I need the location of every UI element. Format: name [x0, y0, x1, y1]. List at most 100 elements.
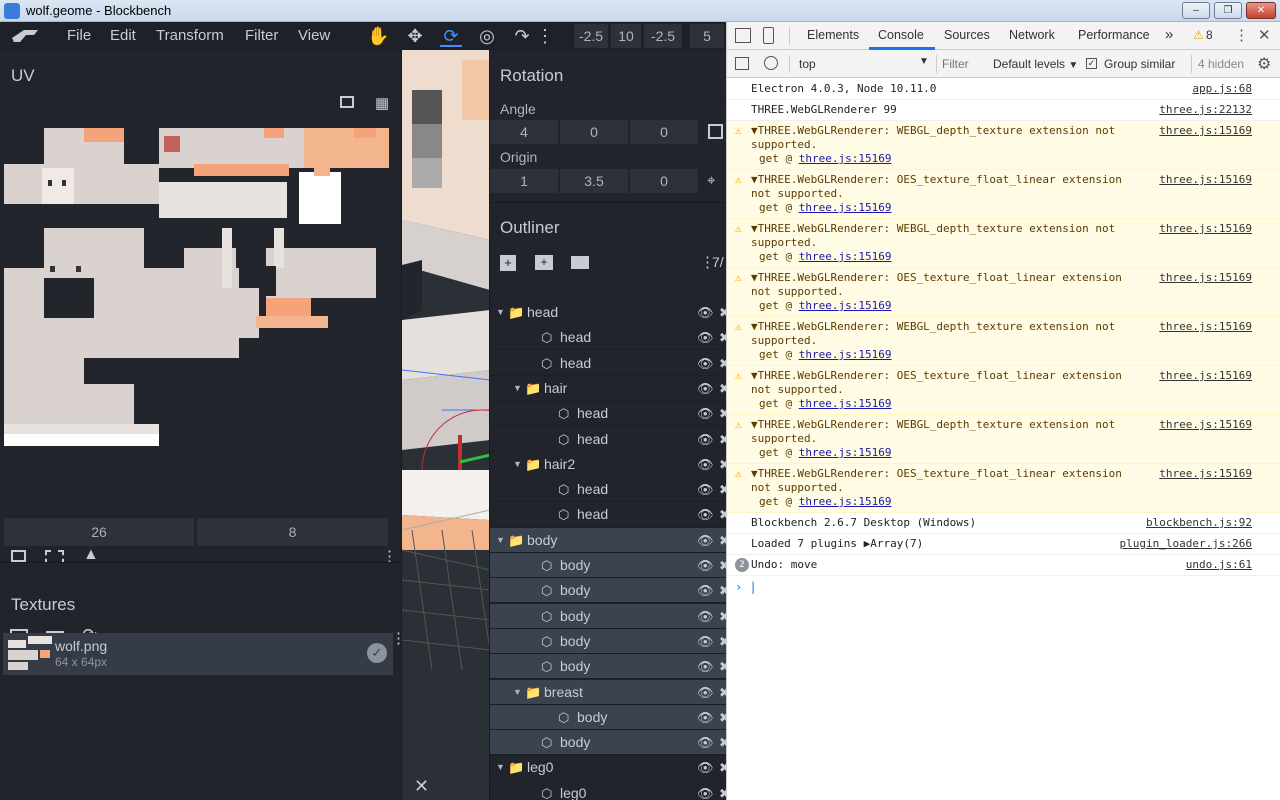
- export-toggle-icon[interactable]: ✖: [719, 730, 726, 755]
- log-source-link[interactable]: blockbench.js:92: [1146, 516, 1252, 530]
- expand-arrow-icon[interactable]: ▼: [513, 376, 522, 401]
- menu-transform[interactable]: Transform: [156, 27, 224, 44]
- outliner-group-row[interactable]: ▼📁head 👁✖: [490, 300, 726, 325]
- export-toggle-icon[interactable]: ✖: [719, 553, 726, 578]
- vertex-snap-icon[interactable]: ↷: [511, 25, 533, 47]
- export-toggle-icon[interactable]: ✖: [719, 604, 726, 629]
- uv-select-icon[interactable]: [11, 550, 26, 562]
- log-source-link[interactable]: three.js:15169: [1159, 271, 1252, 285]
- close-devtools-icon[interactable]: ✕: [1258, 26, 1271, 44]
- log-source-link[interactable]: three.js:22132: [1159, 103, 1252, 117]
- export-toggle-icon[interactable]: ✖: [719, 325, 726, 350]
- visibility-eye-icon[interactable]: 👁: [697, 781, 714, 800]
- visibility-eye-icon[interactable]: 👁: [697, 351, 714, 376]
- stack-link[interactable]: three.js:15169: [799, 299, 892, 312]
- blockbench-logo-icon[interactable]: [10, 26, 40, 46]
- add-group-icon[interactable]: +: [535, 255, 553, 270]
- visibility-eye-icon[interactable]: 👁: [697, 528, 714, 553]
- 3d-viewport[interactable]: ✕: [401, 50, 489, 800]
- outliner-group-row[interactable]: ▼📁leg0 👁✖: [490, 755, 726, 781]
- console-warning[interactable]: ⚠ ▼THREE.WebGLRenderer: OES_texture_float…: [727, 366, 1280, 415]
- visibility-eye-icon[interactable]: 👁: [697, 477, 714, 502]
- warnings-count[interactable]: 8: [1206, 28, 1213, 42]
- console-warning[interactable]: ⚠ ▼THREE.WebGLRenderer: OES_texture_float…: [727, 268, 1280, 317]
- log-source-link[interactable]: three.js:15169: [1159, 222, 1252, 236]
- log-source-link[interactable]: app.js:68: [1192, 82, 1252, 96]
- visibility-eye-icon[interactable]: 👁: [697, 755, 714, 780]
- group-similar-checkbox[interactable]: ✓: [1086, 58, 1097, 69]
- outliner-cube-row[interactable]: ⬡ body 👁✖: [490, 553, 726, 578]
- origin-y-input[interactable]: 3.5: [560, 169, 628, 193]
- log-source-link[interactable]: three.js:15169: [1159, 467, 1252, 481]
- menu-view[interactable]: View: [298, 27, 330, 44]
- show-sidebar-icon[interactable]: [735, 57, 749, 70]
- angle-x-input[interactable]: 4: [490, 120, 558, 144]
- tab-performance[interactable]: Performance: [1078, 28, 1150, 42]
- console-settings-icon[interactable]: ⚙: [1257, 54, 1271, 74]
- log-source-link[interactable]: plugin_loader.js:266: [1120, 537, 1252, 551]
- outliner-cube-row[interactable]: ⬡ body 👁✖: [490, 603, 726, 629]
- add-cube-icon[interactable]: +: [500, 255, 516, 271]
- export-toggle-icon[interactable]: ✖: [719, 351, 726, 376]
- log-source-link[interactable]: three.js:15169: [1159, 173, 1252, 187]
- visibility-eye-icon[interactable]: 👁: [697, 427, 714, 452]
- outliner-group-row[interactable]: ▼📁body 👁✖: [490, 527, 726, 553]
- uv-grid-icon[interactable]: ▦: [375, 94, 389, 112]
- outliner-group-row[interactable]: ▼📁hair 👁✖: [490, 376, 726, 401]
- visibility-eye-icon[interactable]: 👁: [697, 376, 714, 401]
- outliner-group-row[interactable]: ▼📁breast 👁✖: [490, 679, 726, 705]
- more-tools-icon[interactable]: ⋮: [536, 25, 554, 47]
- tab-elements[interactable]: Elements: [807, 28, 859, 42]
- texture-item-wolf[interactable]: wolf.png 64 x 64px ✓: [3, 633, 393, 675]
- pivot-tool-icon[interactable]: ◎: [476, 25, 498, 47]
- uv-fullsize-icon[interactable]: [340, 96, 354, 108]
- visibility-eye-icon[interactable]: 👁: [697, 654, 714, 679]
- origin-z-input[interactable]: 0: [630, 169, 698, 193]
- tab-console[interactable]: Console: [878, 28, 924, 42]
- close-window-button[interactable]: ✕: [1246, 2, 1276, 19]
- console-message[interactable]: Electron 4.0.3, Node 10.11.0 app.js:68: [727, 79, 1280, 100]
- export-toggle-icon[interactable]: ✖: [719, 705, 726, 730]
- log-source-link[interactable]: three.js:15169: [1159, 320, 1252, 334]
- export-toggle-icon[interactable]: ✖: [719, 452, 726, 477]
- log-levels-select[interactable]: Default levels ▼: [993, 57, 1078, 71]
- console-warning[interactable]: ⚠ ▼THREE.WebGLRenderer: WEBGL_depth_textu…: [727, 219, 1280, 268]
- export-toggle-icon[interactable]: ✖: [719, 680, 726, 705]
- outliner-group-row[interactable]: ▼📁hair2 👁✖: [490, 452, 726, 477]
- console-message[interactable]: 2 Undo: move undo.js:61: [727, 555, 1280, 576]
- stack-link[interactable]: three.js:15169: [799, 201, 892, 214]
- visibility-eye-icon[interactable]: 👁: [697, 452, 714, 477]
- console-message[interactable]: Loaded 7 plugins ▶Array(7) plugin_loader.…: [727, 534, 1280, 555]
- console-message[interactable]: Blockbench 2.6.7 Desktop (Windows) blockb…: [727, 513, 1280, 534]
- devtools-menu-icon[interactable]: ⋮: [1234, 26, 1249, 44]
- visibility-eye-icon[interactable]: 👁: [697, 629, 714, 654]
- export-toggle-icon[interactable]: ✖: [719, 427, 726, 452]
- more-tabs-icon[interactable]: »: [1165, 26, 1173, 43]
- device-toolbar-icon[interactable]: [763, 27, 774, 44]
- tab-sources[interactable]: Sources: [944, 28, 990, 42]
- rotate-tool-icon[interactable]: ⟳: [440, 25, 462, 47]
- clear-console-icon[interactable]: [764, 56, 778, 70]
- stack-link[interactable]: three.js:15169: [799, 397, 892, 410]
- inspect-element-icon[interactable]: [735, 28, 751, 43]
- visibility-eye-icon[interactable]: 👁: [697, 401, 714, 426]
- uv-texture-canvas[interactable]: [4, 128, 389, 446]
- outliner-cube-row[interactable]: ⬡ head 👁✖: [490, 351, 726, 376]
- log-source-link[interactable]: three.js:15169: [1159, 124, 1252, 138]
- outliner-cube-row[interactable]: ⬡ leg0 👁 ✖: [490, 781, 726, 800]
- visibility-eye-icon[interactable]: 👁: [697, 680, 714, 705]
- maximize-button[interactable]: ❐: [1214, 2, 1242, 19]
- outliner-cube-row[interactable]: ⬡ body 👁✖: [490, 730, 726, 756]
- uv-size-x[interactable]: 26: [4, 518, 194, 546]
- expand-arrow-icon[interactable]: ▼: [496, 755, 505, 780]
- outliner-cube-row[interactable]: ⬡ body 👁✖: [490, 628, 726, 654]
- toolbar-value-x[interactable]: -2.5: [574, 24, 608, 48]
- stack-link[interactable]: three.js:15169: [799, 446, 892, 459]
- export-toggle-icon[interactable]: ✖: [719, 528, 726, 553]
- console-warning[interactable]: ⚠ ▼THREE.WebGLRenderer: WEBGL_depth_textu…: [727, 121, 1280, 170]
- visibility-eye-icon[interactable]: 👁: [697, 604, 714, 629]
- console-message[interactable]: THREE.WebGLRenderer 99 three.js:22132: [727, 100, 1280, 121]
- visibility-eye-icon[interactable]: 👁: [697, 553, 714, 578]
- stack-link[interactable]: three.js:15169: [799, 152, 892, 165]
- export-toggle-icon[interactable]: ✖: [719, 578, 726, 603]
